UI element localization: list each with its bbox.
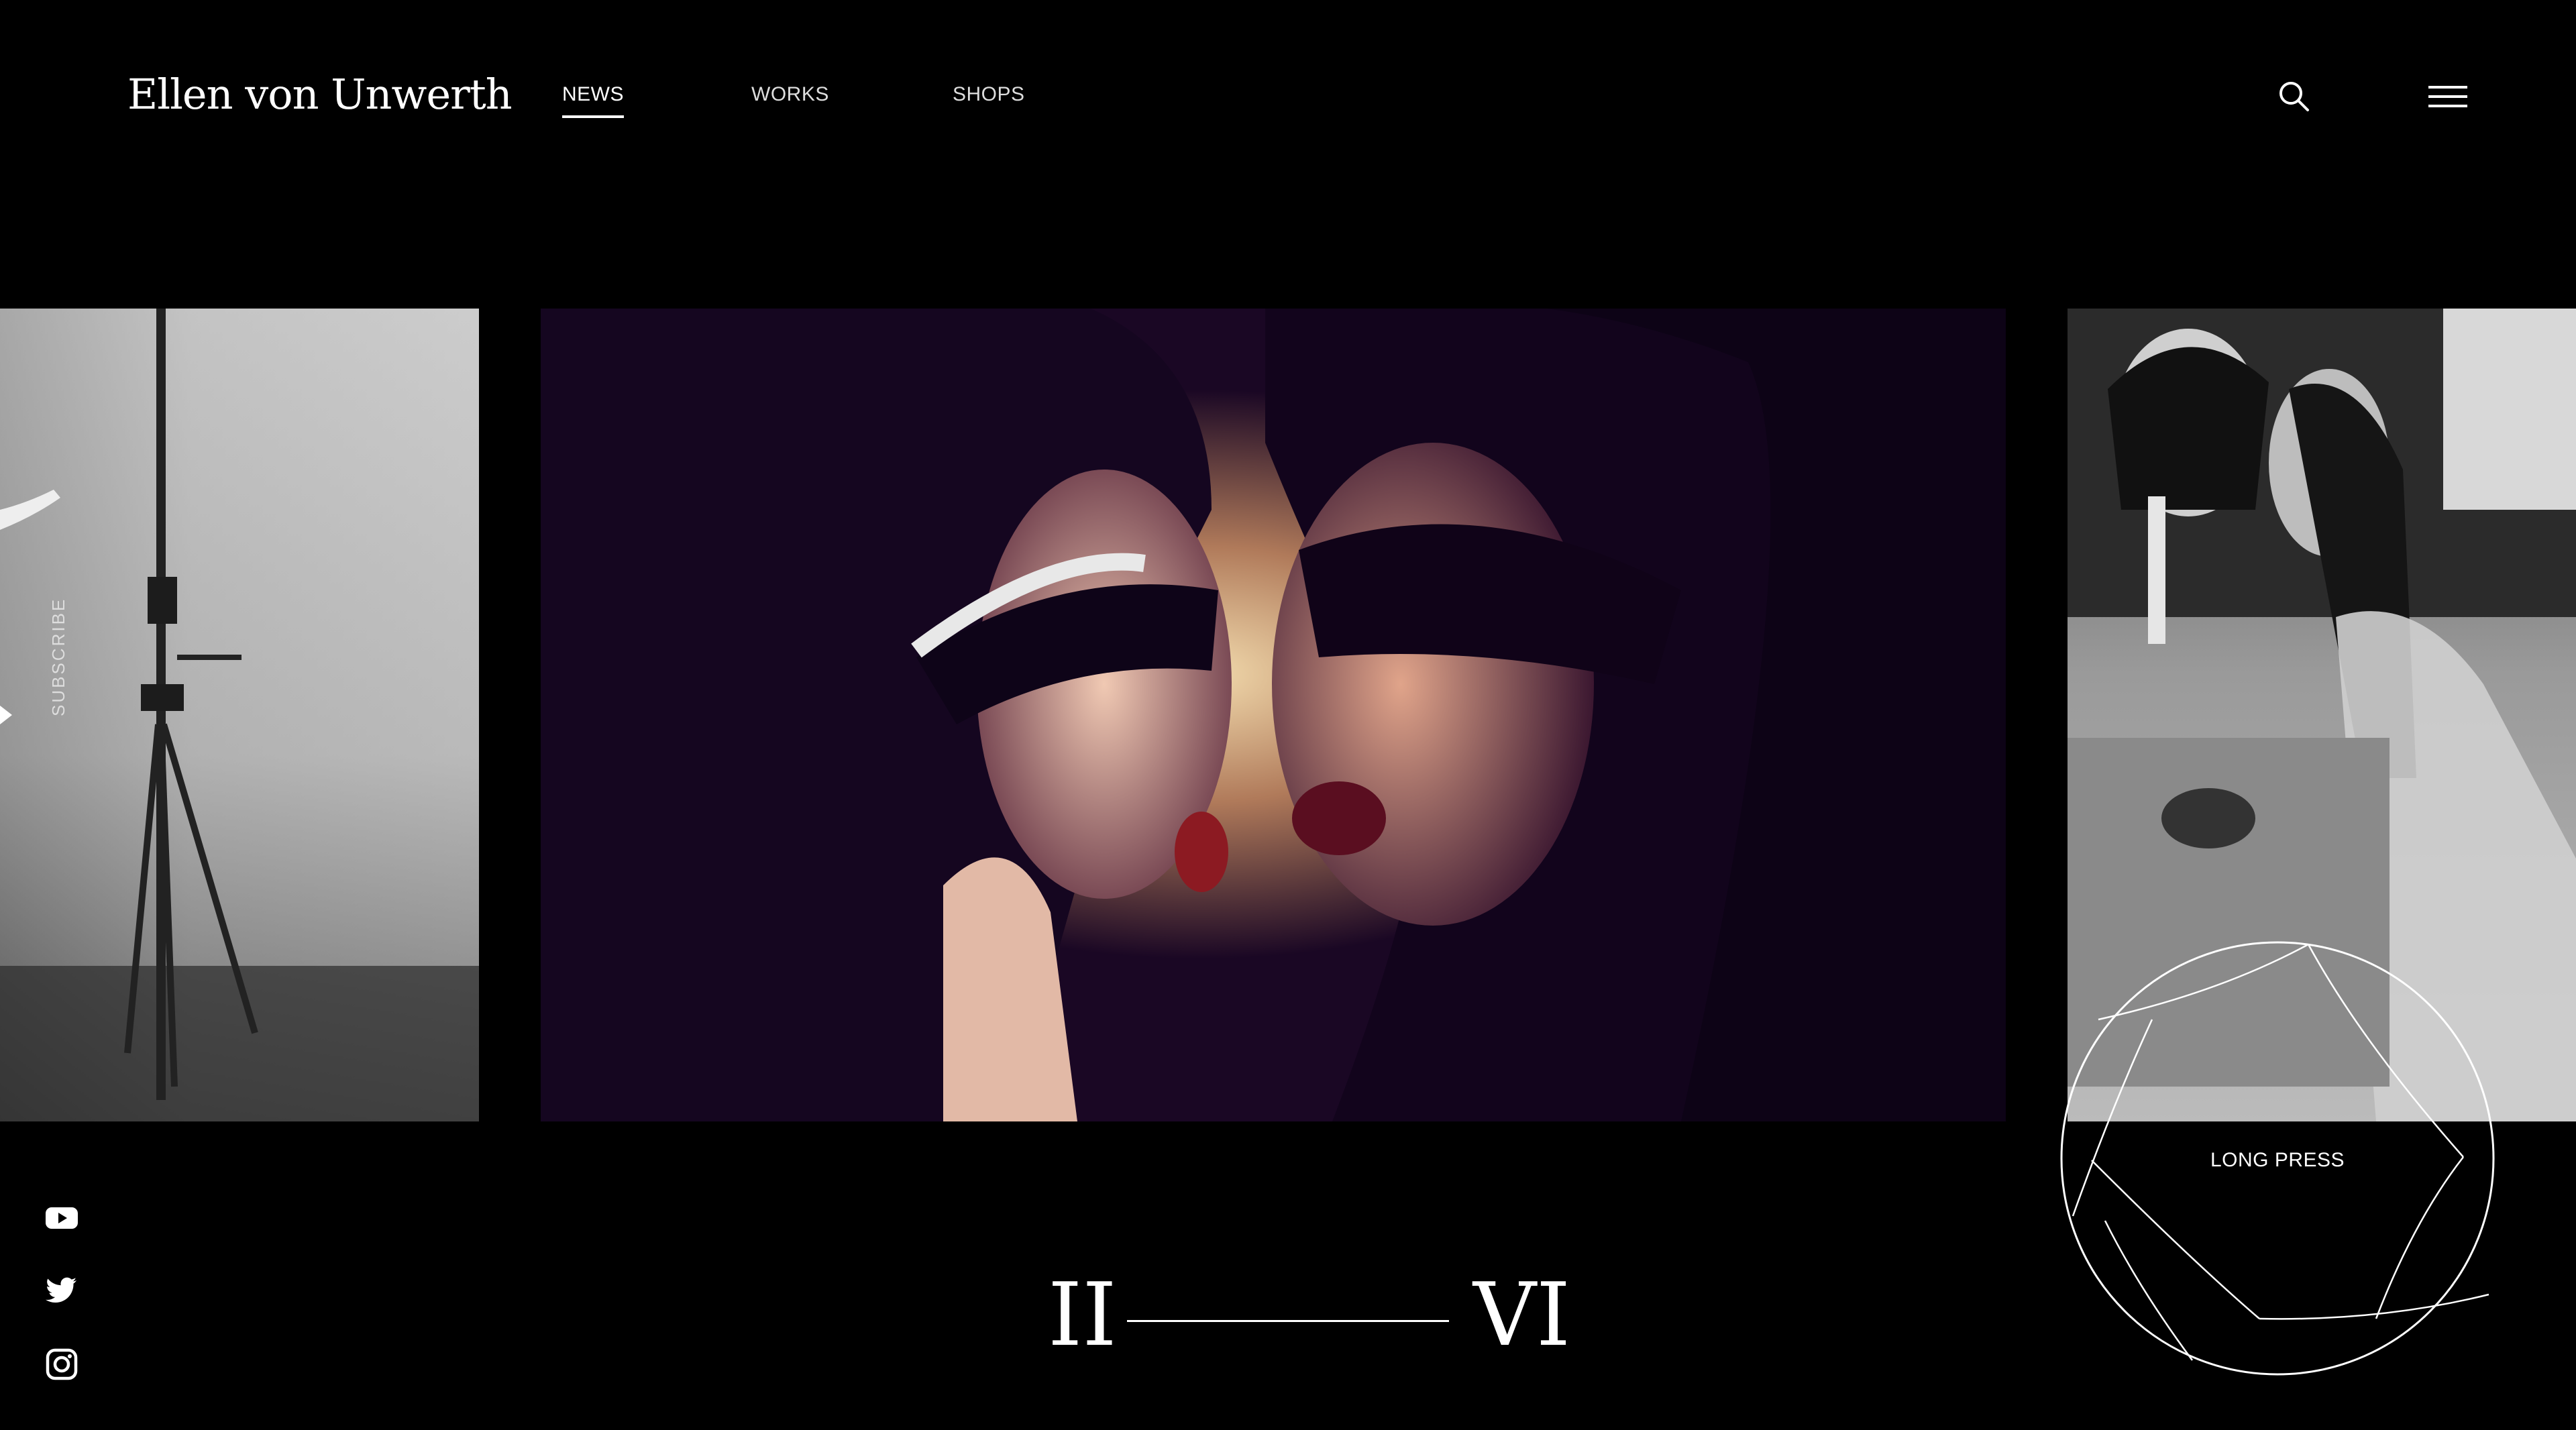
pager-divider xyxy=(1127,1320,1449,1322)
nav-item-shops[interactable]: SHOPS xyxy=(953,83,1025,106)
pager-current: II xyxy=(1048,1264,1117,1366)
youtube-icon[interactable] xyxy=(44,1201,79,1235)
pager-total: VI xyxy=(1473,1264,1571,1366)
play-arrow-icon[interactable] xyxy=(0,706,12,724)
subscribe-link[interactable]: SUBSCRIBE xyxy=(48,598,69,716)
gallery-slide-previous[interactable] xyxy=(0,309,479,1121)
twitter-icon[interactable] xyxy=(44,1273,79,1308)
nav-item-works[interactable]: WORKS xyxy=(751,83,829,106)
photo-studio-tripod xyxy=(0,309,479,1121)
long-press-button[interactable]: LONG PRESS xyxy=(2058,939,2497,1378)
gallery-slide-current[interactable] xyxy=(541,309,2006,1121)
hamburger-menu-icon[interactable] xyxy=(2427,82,2469,111)
nav-item-news[interactable]: NEWS xyxy=(562,83,624,118)
photo-two-women-masks xyxy=(541,309,2006,1121)
instagram-icon[interactable] xyxy=(44,1347,79,1382)
search-icon[interactable] xyxy=(2277,79,2312,114)
site-logo[interactable]: Ellen von Unwerth xyxy=(127,70,513,119)
long-press-label: LONG PRESS xyxy=(2210,1149,2345,1171)
